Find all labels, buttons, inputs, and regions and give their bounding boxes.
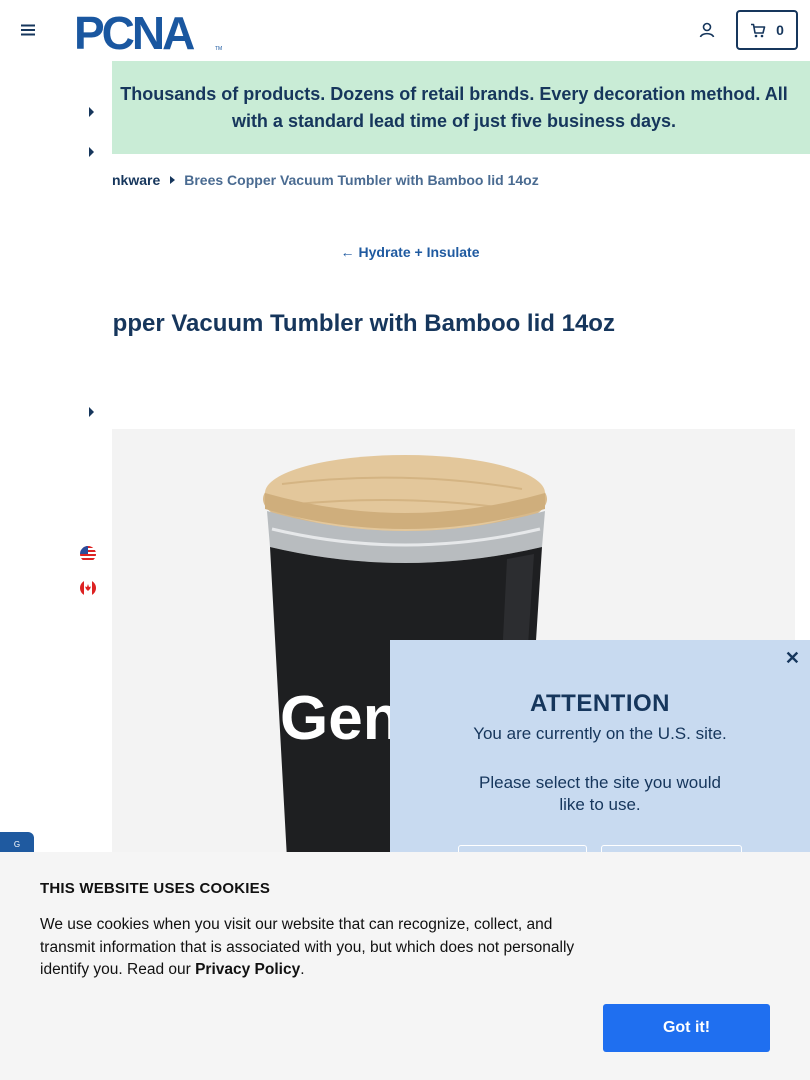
modal-title: ATTENTION bbox=[529, 690, 671, 717]
breadcrumb: nkware Brees Copper Vacuum Tumbler with … bbox=[112, 172, 539, 188]
side-menu-caret-1[interactable] bbox=[89, 107, 94, 117]
breadcrumb-separator-icon bbox=[170, 176, 176, 184]
breadcrumb-link-drinkware[interactable]: nkware bbox=[112, 172, 160, 188]
promo-text: Thousands of products. Dozens of retail … bbox=[120, 83, 788, 131]
site-selection-modal: ✕ ATTENTION You are currently on the U.S… bbox=[390, 640, 810, 875]
side-menu-caret-3[interactable] bbox=[89, 407, 94, 417]
canada-flag-icon[interactable] bbox=[80, 580, 96, 596]
modal-instruction-text: Please select the site you would like to… bbox=[479, 773, 721, 814]
modal-current-site-text: You are currently on the U.S. site. bbox=[473, 724, 727, 743]
side-menu-caret-2[interactable] bbox=[89, 147, 94, 157]
product-title: opper Vacuum Tumbler with Bamboo lid 14o… bbox=[98, 310, 615, 337]
side-menu-panel bbox=[0, 61, 112, 852]
site-header: PCNA TM 0 bbox=[0, 0, 810, 60]
cookie-text-before: We use cookies when you visit our websit… bbox=[40, 916, 575, 978]
us-flag-icon[interactable] bbox=[80, 546, 96, 562]
cookie-banner: THIS WEBSITE USES COOKIES We use cookies… bbox=[0, 852, 810, 1080]
hamburger-menu-icon[interactable] bbox=[20, 22, 36, 38]
promo-banner: Thousands of products. Dozens of retail … bbox=[98, 61, 810, 154]
arrow-left-icon: ← bbox=[340, 244, 355, 260]
accept-cookies-button[interactable]: Got it! bbox=[603, 1004, 770, 1052]
chat-tab-label: G bbox=[13, 839, 21, 849]
cart-count: 0 bbox=[776, 22, 784, 38]
cookie-message: We use cookies when you visit our websit… bbox=[40, 914, 610, 982]
back-to-category-link[interactable]: ← Hydrate + Insulate bbox=[0, 244, 810, 260]
close-icon[interactable]: ✕ bbox=[785, 648, 800, 669]
breadcrumb-current: Brees Copper Vacuum Tumbler with Bamboo … bbox=[184, 172, 539, 188]
account-icon[interactable] bbox=[698, 21, 716, 39]
logo-trademark: TM bbox=[215, 46, 222, 52]
back-link-label: Hydrate + Insulate bbox=[358, 244, 480, 260]
cart-icon bbox=[751, 23, 766, 37]
cookie-text-after: . bbox=[300, 961, 305, 978]
cart-button[interactable]: 0 bbox=[736, 10, 798, 50]
logo-text: PCNA bbox=[74, 8, 194, 54]
cookie-title: THIS WEBSITE USES COOKIES bbox=[40, 880, 271, 897]
privacy-policy-link[interactable]: Privacy Policy bbox=[195, 961, 300, 978]
tumbler-imprint-text: Gen bbox=[280, 684, 401, 753]
pcna-logo[interactable]: PCNA TM bbox=[74, 8, 224, 54]
